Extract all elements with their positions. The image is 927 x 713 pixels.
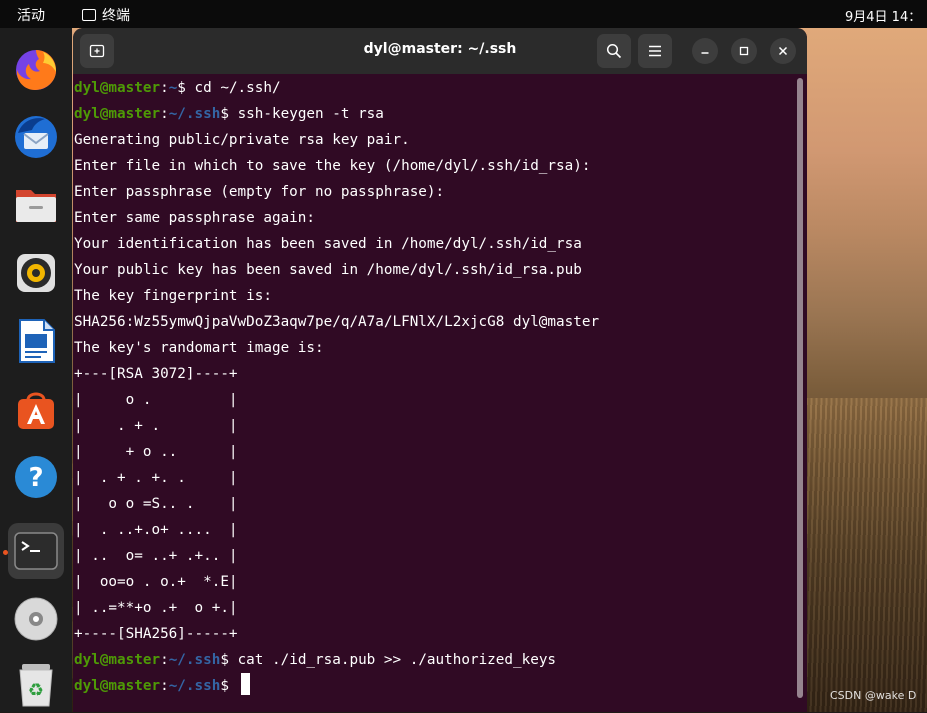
prompt-line: dyl@master:~$ cd ~/.ssh/ xyxy=(74,75,794,101)
prompt-path: ~ xyxy=(168,80,178,96)
close-icon xyxy=(778,46,788,56)
menu-button[interactable] xyxy=(638,34,672,68)
prompt-path: ~/.ssh xyxy=(168,652,221,668)
output-line: SHA256:Wz55ymwQjpaVwDoZ3aqw7pe/q/A7a/LFN… xyxy=(74,314,600,330)
firefox-icon xyxy=(16,50,57,90)
watermark-text: CSDN @wake D xyxy=(830,689,917,702)
prompt-user: dyl@master xyxy=(74,106,161,122)
dock-item-disc[interactable] xyxy=(8,591,64,647)
output-line: | ..=**+o .+ o +.| xyxy=(74,600,238,616)
minimize-button[interactable] xyxy=(692,38,718,64)
terminal-scrollbar[interactable] xyxy=(797,78,803,698)
output-line: Your public key has been saved in /home/… xyxy=(74,262,582,278)
prompt-path: ~/.ssh xyxy=(168,678,221,694)
prompt-dollar: $ xyxy=(220,106,238,122)
output-line: | . ..+.o+ .... | xyxy=(74,522,238,538)
dock-item-app-center[interactable] xyxy=(8,381,64,437)
hamburger-menu-icon xyxy=(649,45,661,57)
prompt-path: ~/.ssh xyxy=(168,106,221,122)
output-line: | + o .. | xyxy=(74,444,238,460)
prompt-colon: : xyxy=(160,678,169,694)
maximize-button[interactable] xyxy=(731,38,757,64)
terminal-headerbar[interactable]: dyl@master: ~/.ssh xyxy=(73,28,807,74)
output-line: +----[SHA256]-----+ xyxy=(74,626,238,642)
prompt-line: dyl@master:~/.ssh$ ssh-keygen -t rsa xyxy=(74,101,794,127)
terminal-icon xyxy=(14,532,58,570)
dock-item-writer[interactable] xyxy=(8,313,64,369)
search-icon xyxy=(606,43,622,59)
terminal-output[interactable]: dyl@master:~$ cd ~/.ssh/dyl@master:~/.ss… xyxy=(74,75,794,699)
clock[interactable]: 9月4日 14： xyxy=(845,6,921,25)
prompt-user: dyl@master xyxy=(74,80,161,96)
top-bar: 活动 终端 9月4日 14： xyxy=(0,0,927,28)
close-button[interactable] xyxy=(770,38,796,64)
trash-icon: ♻ xyxy=(19,664,53,707)
output-line: | oo=o . o.+ *.E| xyxy=(74,574,238,590)
command-text: cat ./id_rsa.pub >> ./authorized_keys xyxy=(237,652,557,668)
prompt-user: dyl@master xyxy=(74,678,161,694)
dock-item-thunderbird[interactable] xyxy=(8,109,64,165)
svg-text:♻: ♻ xyxy=(28,680,44,701)
dock-item-files[interactable] xyxy=(8,177,64,233)
app-menu[interactable]: 终端 xyxy=(82,5,130,25)
prompt-line: dyl@master:~/.ssh$ cat ./id_rsa.pub >> .… xyxy=(74,647,794,673)
activities-button[interactable]: 活动 xyxy=(17,5,45,25)
terminal-small-icon xyxy=(82,9,96,21)
prompt-colon: : xyxy=(160,80,169,96)
app-name: 终端 xyxy=(102,8,130,24)
prompt-colon: : xyxy=(160,106,169,122)
output-line: | o . | xyxy=(74,392,238,408)
disc-icon xyxy=(14,597,58,641)
svg-text:?: ? xyxy=(28,463,43,493)
dock-item-trash[interactable]: ♻ xyxy=(8,657,64,713)
output-line: Enter file in which to save the key (/ho… xyxy=(74,158,591,174)
output-line: Enter passphrase (empty for no passphras… xyxy=(74,184,445,200)
dock-item-rhythmbox[interactable] xyxy=(8,245,64,301)
thunderbird-icon xyxy=(15,116,57,158)
dock-item-firefox[interactable] xyxy=(8,41,64,97)
command-text: ssh-keygen -t rsa xyxy=(237,106,384,122)
prompt-dollar: $ xyxy=(177,80,195,96)
files-icon xyxy=(16,190,56,222)
prompt-user: dyl@master xyxy=(74,652,161,668)
dock-item-terminal[interactable] xyxy=(8,523,64,579)
output-line: Enter same passphrase again: xyxy=(74,210,316,226)
terminal-window[interactable]: dyl@master: ~/.ssh dyl@master:~$ cd ~/.s… xyxy=(73,28,807,712)
output-line: | . + . | xyxy=(74,418,238,434)
prompt-colon: : xyxy=(160,652,169,668)
minimize-icon xyxy=(701,52,709,54)
libreoffice-writer-icon xyxy=(19,319,55,363)
output-line: +---[RSA 3072]----+ xyxy=(74,366,238,382)
command-text: cd ~/.ssh/ xyxy=(194,80,281,96)
output-line: | .. o= ..+ .+.. | xyxy=(74,548,238,564)
app-center-icon xyxy=(18,392,54,429)
maximize-icon xyxy=(739,46,749,56)
output-line: | . + . +. . | xyxy=(74,470,238,486)
search-button[interactable] xyxy=(597,34,631,68)
rhythmbox-icon xyxy=(17,254,55,292)
prompt-dollar: $ xyxy=(220,652,238,668)
output-line: The key's randomart image is: xyxy=(74,340,324,356)
output-line: Generating public/private rsa key pair. xyxy=(74,132,410,148)
help-icon: ? xyxy=(15,456,57,498)
dock-item-help[interactable]: ? xyxy=(8,449,64,505)
output-line: | o o =S.. . | xyxy=(74,496,238,512)
output-line: Your identification has been saved in /h… xyxy=(74,236,582,252)
prompt-line: dyl@master:~/.ssh$ xyxy=(74,673,794,699)
output-line: The key fingerprint is: xyxy=(74,288,272,304)
text-cursor xyxy=(240,673,250,695)
prompt-dollar: $ xyxy=(220,678,238,694)
dock: ? ♻ xyxy=(0,28,72,712)
